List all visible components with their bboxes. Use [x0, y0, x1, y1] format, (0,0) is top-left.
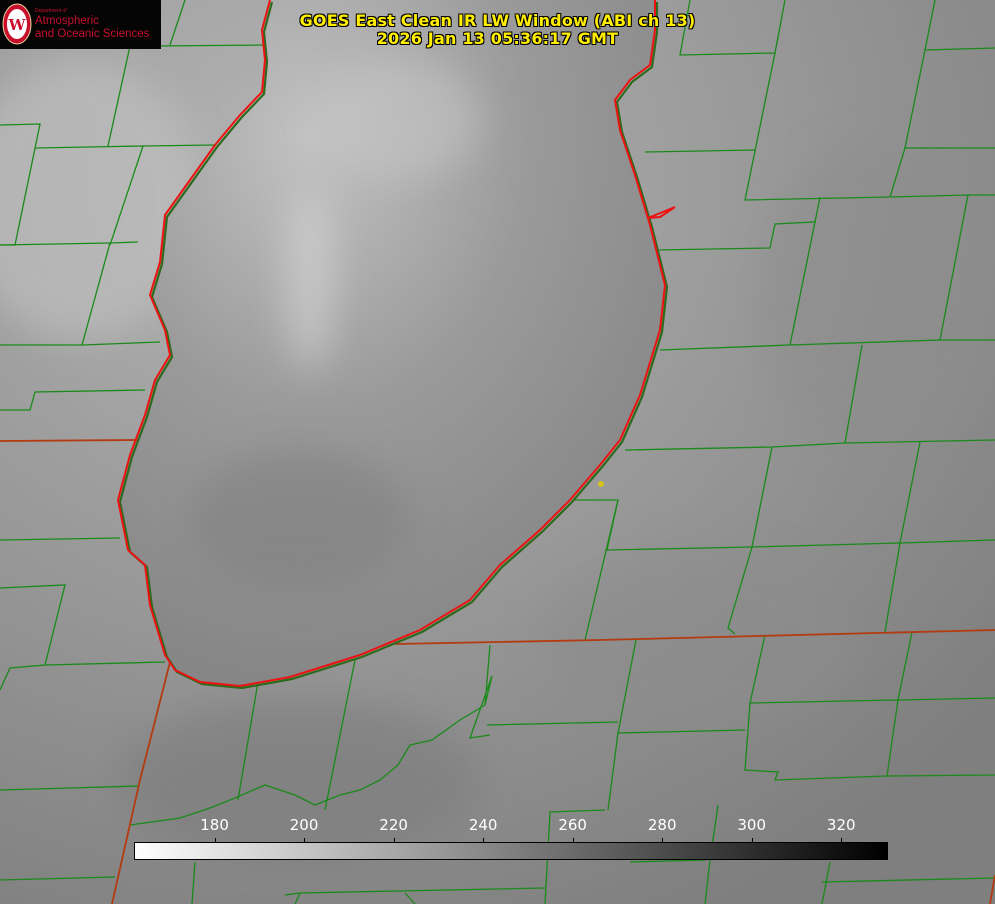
colorbar-tick-mark — [304, 838, 306, 843]
department-name-line2: and Oceanic Sciences — [35, 28, 150, 40]
colorbar-tick-mark — [214, 838, 216, 843]
location-marker — [598, 481, 604, 487]
colorbar-tick-label: 240 — [468, 816, 498, 834]
colorbar-tick-label: 280 — [647, 816, 677, 834]
department-logo: W Department of Atmospheric and Oceanic … — [0, 0, 161, 49]
satellite-map-view: GOES East Clean IR LW Window (ABI ch 13)… — [0, 0, 995, 904]
department-name-line1: Atmospheric — [35, 15, 99, 27]
colorbar-tick-label: 220 — [379, 816, 408, 834]
svg-text:W: W — [8, 16, 27, 34]
colorbar-tick-mark — [483, 838, 485, 843]
uw-crest-icon: W — [2, 3, 32, 45]
colorbar-tick-mark — [572, 838, 574, 843]
colorbar-tick-label: 300 — [737, 816, 767, 834]
satellite-image — [0, 0, 995, 904]
colorbar-tick-mark — [751, 838, 753, 843]
temperature-colorbar — [134, 842, 888, 860]
colorbar-tick-label: 260 — [558, 816, 587, 834]
colorbar-tick-label: 200 — [289, 816, 319, 834]
colorbar-tick-label: 180 — [200, 816, 229, 834]
department-label: Department of — [35, 8, 67, 14]
colorbar-tick-mark — [662, 838, 664, 843]
colorbar-tick-mark — [393, 838, 395, 843]
colorbar-tick-mark — [841, 838, 843, 843]
colorbar-tick-label: 320 — [826, 816, 856, 834]
